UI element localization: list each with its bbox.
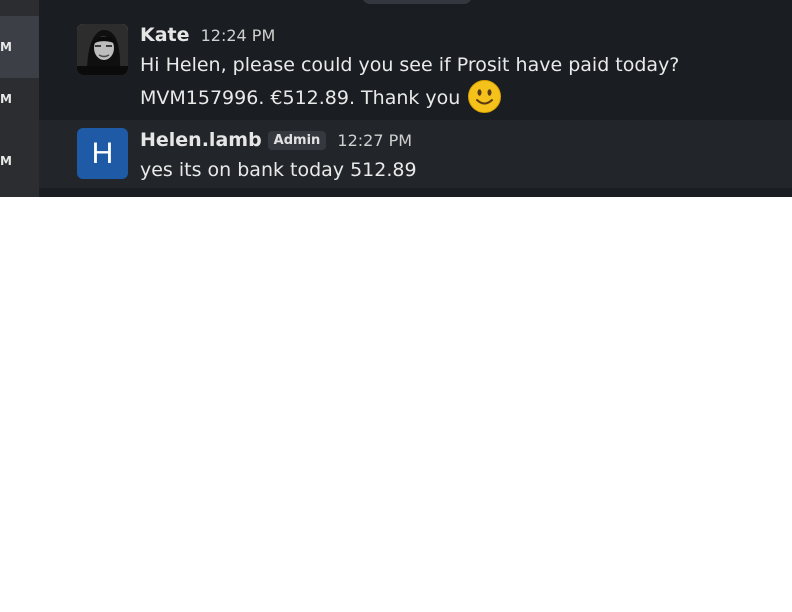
message-timestamp[interactable]: 12:24 PM xyxy=(201,26,276,45)
sidebar-item-label: M xyxy=(0,154,12,168)
author-name[interactable]: Helen.lamb xyxy=(140,129,262,151)
message-item[interactable]: Kate 12:24 PM Hi Helen, please could you… xyxy=(39,14,792,118)
scroll-to-latest-pill[interactable] xyxy=(362,0,472,4)
message-header: Helen.lamb Admin 12:27 PM xyxy=(140,129,412,151)
slightly-smiling-face-icon xyxy=(468,80,502,122)
message-header: Kate 12:24 PM xyxy=(140,24,275,46)
message-text: yes its on bank today 512.89 xyxy=(140,159,417,181)
avatar[interactable] xyxy=(77,24,128,75)
message-timestamp[interactable]: 12:27 PM xyxy=(337,131,412,150)
avatar-photo-icon xyxy=(77,24,128,75)
sidebar-item-2[interactable]: M xyxy=(0,68,39,130)
chat-panel: M M M Kate 12:24 PM Hi Helen, please cou xyxy=(0,0,792,197)
avatar[interactable]: H xyxy=(77,128,128,179)
sidebar-item-3[interactable]: M xyxy=(0,130,39,192)
author-name[interactable]: Kate xyxy=(140,24,190,46)
left-sidebar: M M M xyxy=(0,0,39,197)
admin-badge: Admin xyxy=(267,131,327,150)
message-text: Hi Helen, please could you see if Prosit… xyxy=(140,51,780,122)
message-item[interactable]: H Helen.lamb Admin 12:27 PM yes its on ba… xyxy=(39,120,792,188)
sidebar-item-label: M xyxy=(0,92,12,106)
message-text-content: Hi Helen, please could you see if Prosit… xyxy=(140,54,680,109)
